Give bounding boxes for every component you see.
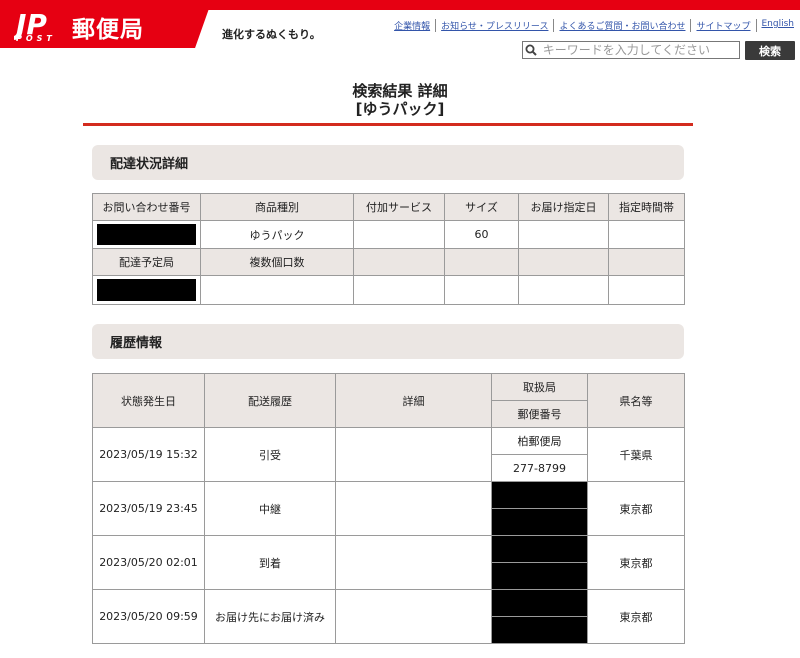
redaction-block: [97, 279, 196, 301]
table-header-row: 状態発生日 配送履歴 詳細 取扱局 県名等: [92, 373, 685, 428]
cell-date: 2023/05/20 02:01: [92, 535, 205, 590]
table-row: [92, 275, 685, 305]
search-icon: [523, 42, 539, 58]
cell-detail: [335, 427, 492, 482]
cell-prefecture: 東京都: [587, 589, 685, 644]
cell-office-redacted: [491, 481, 588, 509]
section-delivery-status: 配達状況詳細: [92, 145, 684, 180]
redaction-block: [97, 224, 196, 245]
search-input[interactable]: [538, 42, 739, 58]
header-scheduled-office: 配達予定局: [92, 248, 201, 276]
cell-detail: [335, 481, 492, 536]
header-product-type: 商品種別: [200, 193, 354, 221]
header-status: 配送履歴: [204, 373, 336, 428]
history-table: 状態発生日 配送履歴 詳細 取扱局 県名等 郵便番号 2023/05/19 15…: [92, 373, 685, 644]
header-empty: [518, 248, 609, 276]
cell-postal-code-redacted: [491, 508, 588, 536]
cell-status: 中継: [204, 481, 336, 536]
table-row: 2023/05/19 23:45 中継 東京都: [92, 481, 685, 536]
title-divider: [83, 123, 693, 126]
cell-package-count: [200, 275, 354, 305]
cell-prefecture: 東京都: [587, 535, 685, 590]
brand-post-text: POST: [16, 34, 56, 43]
cell-empty: [518, 275, 609, 305]
header-package-count: 複数個口数: [200, 248, 354, 276]
table-row: 2023/05/20 09:59 お届け先にお届け済み 東京都: [92, 589, 685, 644]
header-empty: [444, 248, 519, 276]
link-news[interactable]: お知らせ・プレスリリース: [436, 19, 555, 32]
header-office: 取扱局: [491, 373, 588, 401]
cell-scheduled-office: [92, 275, 201, 305]
cell-date: 2023/05/19 15:32: [92, 427, 205, 482]
table-row: ゆうパック 60: [92, 220, 685, 249]
table-header-row: お問い合わせ番号 商品種別 付加サービス サイズ お届け指定日 指定時間帯: [92, 193, 685, 221]
cell-status: お届け先にお届け済み: [204, 589, 336, 644]
table-row: 2023/05/19 15:32 引受 柏郵便局 千葉県: [92, 427, 685, 482]
section-heading: 配達状況詳細: [110, 157, 189, 172]
header-size: サイズ: [444, 193, 519, 221]
cell-postal-code-redacted: [491, 616, 588, 644]
header-date: 状態発生日: [92, 373, 205, 428]
link-english[interactable]: English: [757, 19, 795, 32]
header-empty: [353, 248, 445, 276]
header-additional-service: 付加サービス: [353, 193, 445, 221]
search-button[interactable]: 検索: [745, 41, 795, 60]
cell-prefecture: 千葉県: [587, 427, 685, 482]
link-faq[interactable]: よくあるご質問・お問い合わせ: [554, 19, 692, 32]
cell-office-redacted: [491, 535, 588, 563]
link-corporate-info[interactable]: 企業情報: [389, 19, 437, 32]
header-delivery-date: お届け指定日: [518, 193, 609, 221]
cell-status: 引受: [204, 427, 336, 482]
cell-office-redacted: [491, 589, 588, 617]
cell-product-type: ゆうパック: [200, 220, 354, 249]
link-sitemap[interactable]: サイトマップ: [691, 19, 757, 32]
table-row: 2023/05/20 02:01 到着 東京都: [92, 535, 685, 590]
header-postal-code: 郵便番号: [491, 400, 588, 428]
cell-time-slot: [608, 220, 685, 249]
cell-additional-service: [353, 220, 445, 249]
header-tracking-number: お問い合わせ番号: [92, 193, 201, 221]
cell-office: 柏郵便局: [491, 427, 588, 455]
cell-tracking-number: [92, 220, 201, 249]
header-empty: [608, 248, 685, 276]
cell-empty: [444, 275, 519, 305]
header-time-slot: 指定時間帯: [608, 193, 685, 221]
brand-name: 郵便局: [72, 17, 144, 43]
cell-postal-code-redacted: [491, 562, 588, 590]
cell-prefecture: 東京都: [587, 481, 685, 536]
cell-detail: [335, 535, 492, 590]
tagline: 進化するぬくもり。: [222, 28, 321, 41]
utility-nav: 企業情報 お知らせ・プレスリリース よくあるご質問・お問い合わせ サイトマップ …: [389, 19, 794, 32]
cell-status: 到着: [204, 535, 336, 590]
cell-date: 2023/05/19 23:45: [92, 481, 205, 536]
section-history: 履歴情報: [92, 324, 684, 359]
cell-size: 60: [444, 220, 519, 249]
delivery-status-table: お問い合わせ番号 商品種別 付加サービス サイズ お届け指定日 指定時間帯 ゆう…: [92, 193, 685, 305]
cell-postal-code: 277-8799: [491, 454, 588, 482]
cell-date: 2023/05/20 09:59: [92, 589, 205, 644]
cell-delivery-date: [518, 220, 609, 249]
brand-logo[interactable]: JP POST 郵便局: [0, 0, 212, 48]
page-subtitle: [ゆうパック]: [355, 100, 445, 118]
cell-detail: [335, 589, 492, 644]
search-box: [522, 41, 740, 59]
page-title: 検索結果 詳細: [352, 82, 448, 100]
header-prefecture: 県名等: [587, 373, 685, 428]
cell-empty: [353, 275, 445, 305]
table-header-row: 配達予定局 複数個口数: [92, 248, 685, 276]
cell-empty: [608, 275, 685, 305]
section-heading: 履歴情報: [110, 336, 163, 351]
header-detail: 詳細: [335, 373, 492, 428]
